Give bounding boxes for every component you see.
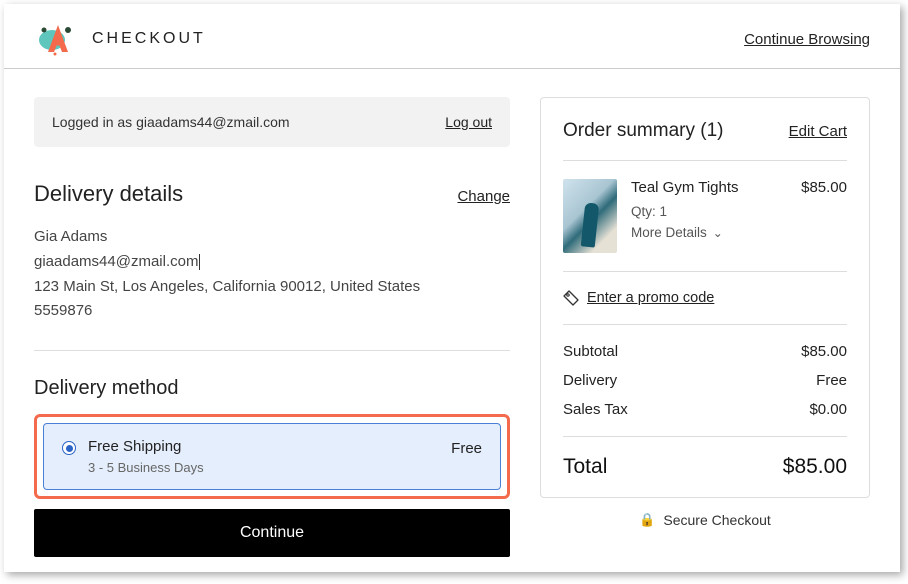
change-delivery-link[interactable]: Change [457, 188, 510, 205]
brand-title: CHECKOUT [92, 30, 206, 48]
tax-label: Sales Tax [563, 401, 628, 418]
lock-icon: 🔒 [639, 512, 655, 528]
shipping-option-eta: 3 - 5 Business Days [88, 460, 204, 475]
continue-browsing-link[interactable]: Continue Browsing [744, 31, 870, 48]
summary-divider [563, 436, 847, 437]
total-row: Total $85.00 [563, 455, 847, 479]
tax-row: Sales Tax $0.00 [563, 401, 847, 418]
delivery-email: giaadams44@zmail.com [34, 250, 510, 275]
login-status-bar: Logged in as giaadams44@zmail.com Log ou… [34, 97, 510, 147]
subtotal-label: Subtotal [563, 343, 618, 360]
brand: CHECKOUT [34, 22, 206, 56]
radio-selected-icon [62, 441, 76, 455]
chevron-down-icon: ⌄ [713, 226, 723, 240]
product-price: $85.00 [801, 179, 847, 196]
product-qty: Qty: 1 [631, 204, 847, 219]
more-details-toggle[interactable]: More Details ⌄ [631, 225, 723, 240]
logout-link[interactable]: Log out [445, 114, 492, 130]
total-label: Total [563, 455, 607, 479]
delivery-method-highlight: Free Shipping 3 - 5 Business Days Free [34, 414, 510, 499]
secure-checkout-note: 🔒 Secure Checkout [540, 512, 870, 528]
logged-in-text: Logged in as giaadams44@zmail.com [52, 114, 290, 130]
total-value: $85.00 [783, 455, 847, 479]
promo-code-label: Enter a promo code [587, 290, 714, 306]
delivery-phone: 5559876 [34, 299, 510, 324]
summary-divider [563, 271, 847, 272]
delivery-name: Gia Adams [34, 225, 510, 250]
product-name: Teal Gym Tights [631, 179, 739, 196]
cart-item: Teal Gym Tights $85.00 Qty: 1 More Detai… [563, 179, 847, 253]
continue-button[interactable]: Continue [34, 509, 510, 557]
delivery-cost-label: Delivery [563, 372, 617, 389]
edit-cart-link[interactable]: Edit Cart [789, 123, 847, 140]
subtotal-row: Subtotal $85.00 [563, 343, 847, 360]
secure-checkout-label: Secure Checkout [663, 512, 770, 528]
delivery-address: 123 Main St, Los Angeles, California 900… [34, 275, 510, 300]
delivery-method-title: Delivery method [34, 377, 510, 400]
summary-divider [563, 160, 847, 161]
more-details-label: More Details [631, 225, 707, 240]
brand-logo-icon [34, 22, 80, 56]
shipping-option-free[interactable]: Free Shipping 3 - 5 Business Days Free [43, 423, 501, 490]
delivery-details-title: Delivery details [34, 181, 183, 207]
order-summary-panel: Order summary (1) Edit Cart Teal Gym Tig… [540, 97, 870, 498]
section-divider [34, 350, 510, 351]
promo-code-link[interactable]: Enter a promo code [563, 290, 847, 306]
tax-value: $0.00 [809, 401, 847, 418]
order-summary-title: Order summary (1) [563, 120, 723, 142]
product-thumbnail [563, 179, 617, 253]
delivery-cost-row: Delivery Free [563, 372, 847, 389]
delivery-cost-value: Free [816, 372, 847, 389]
delivery-details-block: Gia Adams giaadams44@zmail.com 123 Main … [34, 225, 510, 324]
summary-divider [563, 324, 847, 325]
shipping-option-price: Free [451, 440, 482, 457]
shipping-option-label: Free Shipping [88, 438, 204, 455]
tag-icon [563, 290, 579, 306]
subtotal-value: $85.00 [801, 343, 847, 360]
